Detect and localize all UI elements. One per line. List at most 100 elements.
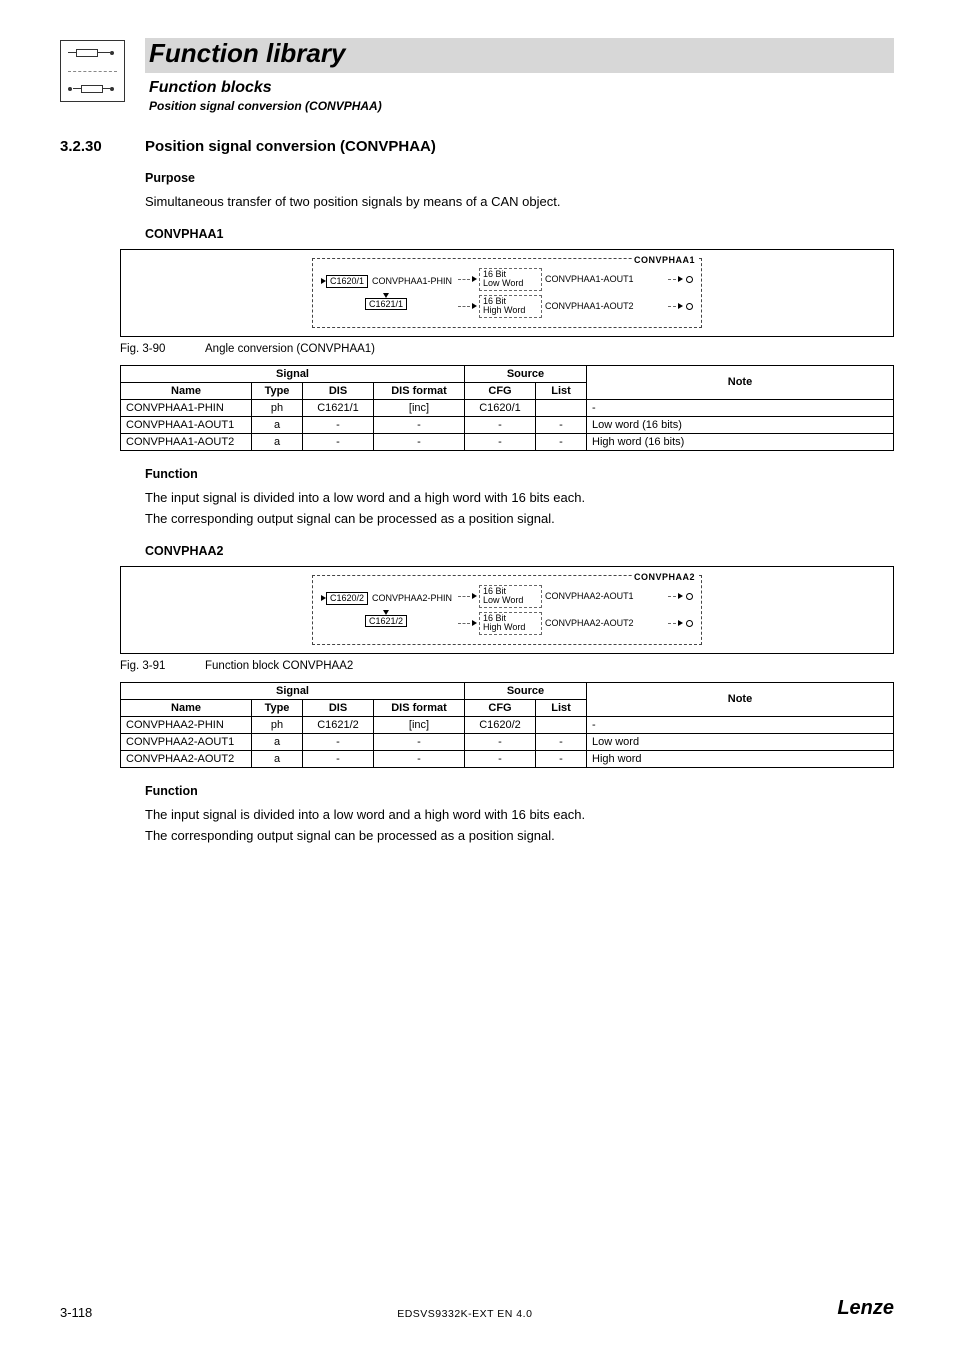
arrow-right-icon	[678, 276, 683, 282]
doc-subtitle: Function blocks	[149, 79, 894, 97]
output-bit-line2: Low Word	[483, 596, 538, 605]
arrow-right-icon	[678, 620, 683, 626]
figure-text: Angle conversion (CONVPHAA1)	[205, 343, 375, 355]
signal-line-icon	[668, 623, 676, 624]
output-pin-icon	[686, 276, 693, 283]
table-cell: CONVPHAA2-AOUT1	[121, 733, 252, 750]
purpose-text: Simultaneous transfer of two position si…	[145, 193, 894, 211]
arrow-right-icon	[678, 303, 683, 309]
output-label: CONVPHAA2-AOUT2	[542, 619, 668, 628]
table-header: Signal	[121, 365, 465, 382]
arrow-right-icon	[678, 593, 683, 599]
signal-line-icon	[458, 596, 470, 597]
page-number: 3-118	[60, 1305, 92, 1320]
table-header: Source	[465, 682, 587, 699]
table-header: Name	[121, 382, 252, 399]
function-block: CONVPHAA1CONVPHAA1C1620/1CONVPHAA1-PHINC…	[145, 227, 894, 528]
arrow-right-icon	[472, 620, 477, 626]
function-text: The corresponding output signal can be p…	[145, 510, 894, 528]
table-cell: -	[374, 416, 465, 433]
section-heading: 3.2.30 Position signal conversion (CONVP…	[60, 138, 894, 155]
output-bit-box: 16 BitLow Word	[479, 268, 542, 291]
table-cell: High word	[587, 750, 894, 767]
function-block: CONVPHAA2CONVPHAA2C1620/2CONVPHAA2-PHINC…	[145, 544, 894, 845]
signal-line-icon	[458, 279, 470, 280]
table-row: CONVPHAA1-PHINphC1621/1[inc]C1620/1-	[121, 399, 894, 416]
figure-ref: Fig. 3-91	[120, 660, 205, 672]
table-cell: C1621/2	[303, 716, 374, 733]
table-cell: -	[374, 750, 465, 767]
signal-line-icon	[668, 306, 676, 307]
table-cell: C1620/2	[465, 716, 536, 733]
arrow-right-icon	[472, 593, 477, 599]
signal-line-icon	[668, 279, 676, 280]
table-header: DIS format	[374, 699, 465, 716]
output-pin-icon	[686, 303, 693, 310]
signal-line-icon	[458, 306, 470, 307]
section-number: 3.2.30	[60, 138, 145, 155]
arrow-right-icon	[472, 303, 477, 309]
table-row: CONVPHAA1-AOUT1a----Low word (16 bits)	[121, 416, 894, 433]
table-row: CONVPHAA2-PHINphC1621/2[inc]C1620/2-	[121, 716, 894, 733]
table-cell: CONVPHAA2-AOUT2	[121, 750, 252, 767]
doc-title: Function library	[149, 38, 345, 68]
table-cell: a	[252, 733, 303, 750]
block-diagram: CONVPHAA1 C1620/1 CONVPHAA1-PHIN C1621/1 16 …	[312, 258, 702, 328]
purpose-heading: Purpose	[145, 171, 894, 185]
figure-caption: Fig. 3-90Angle conversion (CONVPHAA1)	[120, 343, 894, 355]
doc-icon	[60, 40, 125, 102]
figure-ref: Fig. 3-90	[120, 343, 205, 355]
signal-table: SignalSourceNoteNameTypeDISDIS formatCFG…	[120, 365, 894, 451]
table-cell: a	[252, 433, 303, 450]
header: Function library Function blocks Positio…	[60, 40, 894, 113]
table-header: Note	[587, 682, 894, 716]
table-cell: -	[374, 733, 465, 750]
table-header: DIS	[303, 699, 374, 716]
table-cell: -	[587, 716, 894, 733]
table-cell: -	[465, 733, 536, 750]
table-cell: -	[374, 433, 465, 450]
diagram-box: CONVPHAA1 C1620/1 CONVPHAA1-PHIN C1621/1 16 …	[312, 258, 702, 328]
page-footer: 3-118 EDSVS9332K-EXT EN 4.0 Lenze	[60, 1297, 894, 1320]
arrow-right-icon	[472, 276, 477, 282]
table-cell: a	[252, 750, 303, 767]
figure-frame: CONVPHAA1 C1620/1 CONVPHAA1-PHIN C1621/1 16 …	[120, 249, 894, 337]
table-cell: -	[465, 433, 536, 450]
table-cell: High word (16 bits)	[587, 433, 894, 450]
table-header: List	[536, 699, 587, 716]
diagram-title: CONVPHAA1	[632, 256, 697, 265]
table-row: CONVPHAA1-AOUT2a----High word (16 bits)	[121, 433, 894, 450]
output-bit-line2: Low Word	[483, 279, 538, 288]
brand-label: Lenze	[837, 1297, 894, 1320]
table-header: List	[536, 382, 587, 399]
diagram-title: CONVPHAA2	[632, 573, 697, 582]
table-cell: -	[303, 416, 374, 433]
function-text: The input signal is divided into a low w…	[145, 489, 894, 507]
output-pin-icon	[686, 593, 693, 600]
output-bit-line2: High Word	[483, 623, 538, 632]
table-cell: -	[536, 750, 587, 767]
table-cell: C1620/1	[465, 399, 536, 416]
input-label: CONVPHAA1-PHIN	[372, 277, 452, 286]
output-bit-box: 16 BitLow Word	[479, 585, 542, 608]
table-row: CONVPHAA2-AOUT2a----High word	[121, 750, 894, 767]
table-cell: C1621/1	[303, 399, 374, 416]
table-header: Type	[252, 699, 303, 716]
dis-code: C1621/1	[365, 298, 407, 311]
input-code: C1620/1	[326, 275, 368, 288]
input-label: CONVPHAA2-PHIN	[372, 594, 452, 603]
diagram-box: CONVPHAA2C1620/2CONVPHAA2-PHINC1621/216 …	[312, 575, 702, 645]
table-cell: -	[465, 416, 536, 433]
table-cell: Low word (16 bits)	[587, 416, 894, 433]
input-code: C1620/2	[326, 592, 368, 605]
output-label: CONVPHAA1-AOUT2	[542, 302, 668, 311]
table-row: CONVPHAA2-AOUT1a----Low word	[121, 733, 894, 750]
table-cell: ph	[252, 399, 303, 416]
function-text: The input signal is divided into a low w…	[145, 806, 894, 824]
table-cell: -	[465, 750, 536, 767]
block-heading: CONVPHAA1	[145, 227, 894, 241]
table-header: Type	[252, 382, 303, 399]
table-cell: -	[303, 750, 374, 767]
table-header: Name	[121, 699, 252, 716]
function-heading: Function	[145, 467, 894, 481]
